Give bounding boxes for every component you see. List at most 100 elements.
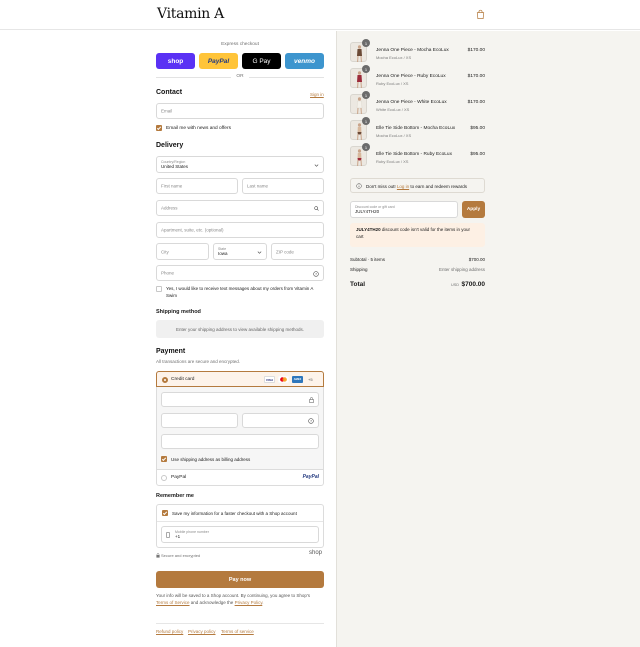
state-value: Iowa — [218, 251, 228, 256]
venmo-button[interactable]: venmo — [285, 53, 324, 69]
quantity-badge: 1 — [362, 143, 370, 151]
help-icon[interactable]: ? — [313, 271, 319, 277]
store-logo[interactable]: Vitamin A — [157, 6, 224, 22]
privacy-policy-link[interactable]: Privacy Policy — [235, 600, 263, 605]
divider — [249, 77, 324, 78]
product-thumbnail: 1 — [350, 143, 370, 167]
legal-line: Terms of Service and acknowledge the Pri… — [156, 600, 324, 607]
security-code-field[interactable]: ? — [242, 413, 319, 428]
product-price: $170.00 — [467, 48, 485, 53]
product-name: Jenna One Piece - Ruby EcoLux — [376, 74, 446, 79]
privacy-policy-footer-link[interactable]: Privacy policy — [188, 629, 216, 634]
secure-encrypted-label: Secure and encrypted — [161, 553, 201, 558]
save-info-label: Save my information for a faster checkou… — [172, 511, 297, 516]
country-value: United States — [161, 164, 189, 169]
payment-subtitle: All transactions are secure and encrypte… — [156, 359, 241, 364]
email-placeholder: Email — [161, 108, 173, 114]
save-info-checkbox[interactable] — [162, 510, 168, 516]
legal-text: Your info will be saved to a Shop accoun… — [156, 593, 324, 606]
amex-logo: AMEX — [292, 376, 303, 383]
product-name: Jenna One Piece - White EcoLux — [376, 100, 447, 105]
product-price: $95.00 — [470, 152, 485, 157]
mobile-phone-icon — [166, 532, 170, 538]
zip-placeholder: ZIP code — [276, 249, 294, 254]
email-news-label: Email me with news and offers — [166, 126, 231, 131]
rewards-banner: Don't miss out! Log in to earn and redee… — [350, 178, 485, 193]
order-summary: 1 Jenna One Piece - Mocha EcoLux Mocha E… — [336, 31, 640, 647]
error-text: discount code isn't valid for the items … — [381, 227, 471, 232]
terms-of-service-footer-link[interactable]: Terms of service — [221, 629, 254, 634]
chevron-down-icon — [314, 164, 319, 167]
email-field[interactable]: Email — [156, 103, 324, 119]
product-variant: Ruby EcoLux / XS — [376, 159, 409, 164]
billing-address-checkbox[interactable] — [161, 456, 167, 462]
product-price: $95.00 — [470, 126, 485, 131]
sms-label: Yes, I would like to receive text messag… — [166, 286, 313, 299]
svg-text:?: ? — [310, 419, 312, 423]
info-icon — [356, 183, 362, 189]
product-price: $170.00 — [467, 74, 485, 79]
apartment-field[interactable]: Apartment, suite, etc. (optional) — [156, 222, 324, 238]
express-checkout-title: Express checkout — [221, 42, 259, 47]
state-select[interactable]: State Iowa — [213, 243, 267, 260]
zip-field[interactable]: ZIP code — [271, 243, 324, 260]
product-price: $170.00 — [467, 100, 485, 105]
help-icon[interactable]: ? — [308, 418, 314, 424]
mobile-phone-field[interactable]: Mobile phone number +1 — [161, 526, 319, 543]
divider — [157, 521, 323, 522]
last-name-field[interactable]: Last name — [242, 178, 324, 194]
sms-checkbox[interactable] — [156, 286, 162, 292]
phone-placeholder: Phone — [161, 270, 175, 276]
city-placeholder: City — [161, 249, 169, 254]
paypal-button[interactable]: PayPal — [199, 53, 238, 69]
product-variant: Mocha EcoLux / XS — [376, 133, 412, 138]
shop-logo: shop — [309, 550, 323, 556]
credit-card-radio[interactable] — [162, 376, 168, 383]
refund-policy-link[interactable]: Refund policy — [156, 629, 183, 634]
first-name-field[interactable]: First name — [156, 178, 238, 194]
contact-heading: Contact — [156, 89, 183, 96]
product-name: Jenna One Piece - Mocha EcoLux — [376, 48, 449, 53]
expiration-field[interactable] — [161, 413, 238, 428]
email-news-checkbox[interactable] — [156, 125, 162, 131]
sign-in-link[interactable]: Sign in — [310, 92, 324, 97]
lock-icon — [309, 397, 314, 403]
svg-text:?: ? — [315, 272, 317, 276]
phone-field[interactable]: Phone ? — [156, 265, 324, 281]
paypal-label: PayPal — [171, 475, 187, 480]
legal-text-fragment: and acknowledge the — [190, 599, 234, 605]
remember-me-heading: Remember me — [156, 493, 194, 499]
apartment-placeholder: Apartment, suite, etc. (optional) — [161, 227, 224, 233]
paypal-option[interactable]: PayPal PayPal — [157, 470, 323, 486]
shopping-bag-icon[interactable] — [475, 9, 486, 20]
apply-discount-button[interactable]: Apply — [462, 201, 485, 218]
more-cards-label: +5 — [308, 377, 313, 382]
credit-card-option[interactable]: Credit card VISA AMEX +5 — [156, 371, 324, 387]
remember-me-box: Save my information for a faster checkou… — [156, 504, 324, 548]
country-select[interactable]: Country/Region United States — [156, 156, 324, 173]
discount-code-field[interactable]: Discount code or gift card JULY4TH20 — [350, 201, 458, 218]
card-number-field[interactable] — [161, 392, 319, 407]
lock-icon — [156, 553, 160, 558]
product-thumbnail: 1 — [350, 91, 370, 115]
checkout-form: Express checkout shop PayPal G Pay venmo… — [0, 31, 336, 647]
name-on-card-field[interactable] — [161, 434, 319, 449]
search-icon — [314, 206, 319, 211]
terms-of-service-link[interactable]: Terms of Service — [156, 600, 190, 605]
shop-pay-button[interactable]: shop — [156, 53, 195, 69]
log-in-link[interactable]: Log in — [397, 184, 409, 189]
total-label: Total — [350, 281, 366, 288]
error-line: JULY4TH20 discount code isn't valid for … — [356, 227, 479, 234]
product-name: Elle Tie Side Bottom - Mocha EcoLux — [376, 126, 456, 131]
sms-label-line: Yes, I would like to receive text messag… — [166, 286, 314, 291]
header: Vitamin A — [0, 0, 640, 30]
pay-now-button[interactable]: Pay now — [156, 571, 324, 588]
quantity-badge: 1 — [362, 91, 370, 99]
product-thumbnail: 1 — [350, 117, 370, 141]
paypal-logo: PayPal — [302, 474, 319, 480]
first-name-placeholder: First name — [161, 183, 183, 189]
paypal-radio[interactable] — [161, 475, 167, 481]
google-pay-button[interactable]: G Pay — [242, 53, 281, 69]
address-field[interactable]: Address — [156, 200, 324, 216]
city-field[interactable]: City — [156, 243, 209, 260]
